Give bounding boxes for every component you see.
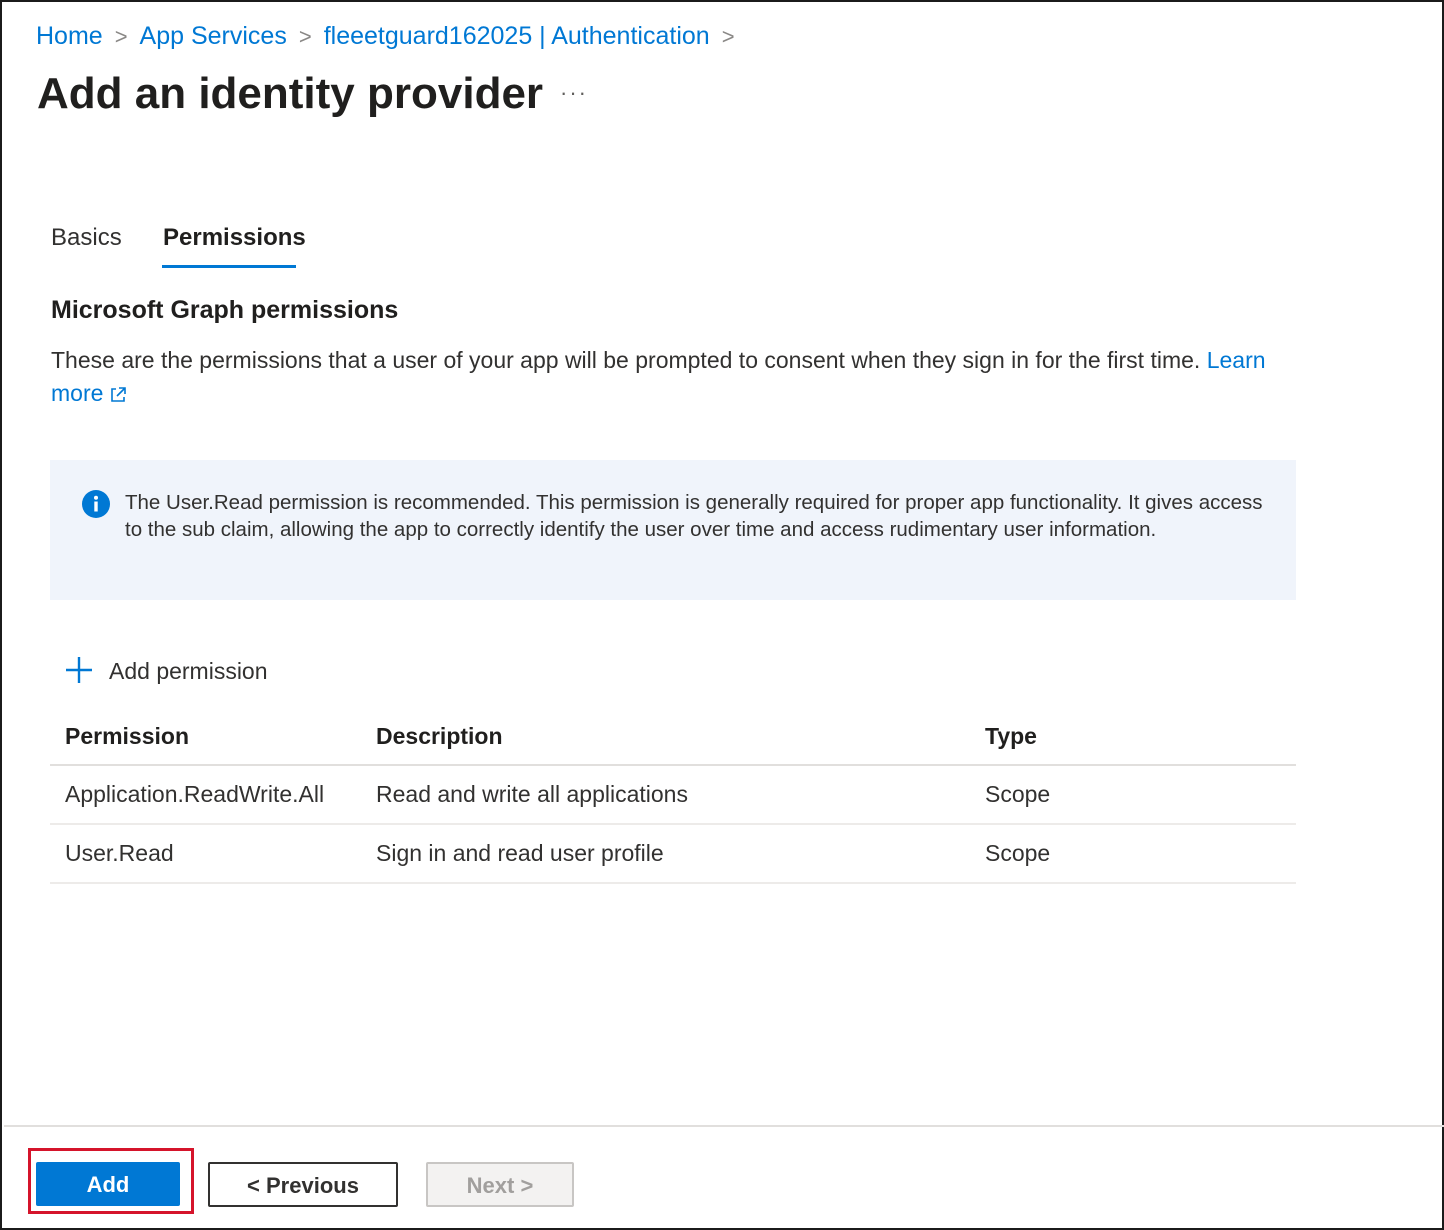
info-text: The User.Read permission is recommended.… [125, 491, 1263, 541]
breadcrumb-separator-icon: > [114, 24, 128, 49]
info-banner: The User.Read permission is recommended.… [50, 460, 1296, 600]
type-cell: Scope [970, 765, 1296, 825]
description-cell: Read and write all applications [361, 765, 970, 825]
table-row: Application.ReadWrite.All Read and write… [50, 765, 1296, 825]
tab-basics[interactable]: Basics [51, 220, 122, 256]
section-title: Microsoft Graph permissions [51, 296, 399, 324]
section-description: These are the permissions that a user of… [51, 344, 1291, 410]
permission-cell: Application.ReadWrite.All [50, 765, 361, 825]
previous-button[interactable]: < Previous [208, 1162, 398, 1207]
next-button[interactable]: Next > [426, 1162, 574, 1207]
column-header-description: Description [361, 708, 970, 766]
column-header-type: Type [970, 708, 1296, 766]
external-link-icon [111, 387, 127, 402]
table-header-row: Permission Description Type [50, 708, 1296, 766]
column-header-permission: Permission [50, 708, 361, 766]
type-cell: Scope [970, 824, 1296, 884]
breadcrumb-separator-icon: > [298, 24, 312, 49]
permissions-table: Permission Description Type Application.… [50, 708, 1296, 884]
description-cell: Sign in and read user profile [361, 824, 970, 884]
breadcrumb-home[interactable]: Home [36, 22, 103, 50]
footer-divider [4, 1125, 1444, 1127]
description-text: These are the permissions that a user of… [51, 347, 1201, 373]
page-title: Add an identity provider [37, 69, 544, 118]
identity-provider-blade: Home > App Services > fleeetguard162025 | Au… [0, 0, 1444, 1230]
add-button[interactable]: Add [36, 1162, 180, 1206]
active-tab-indicator [162, 265, 296, 268]
info-icon [82, 490, 110, 518]
breadcrumb: Home > App Services > fleeetguard162025 | Au… [36, 20, 747, 53]
table-row: User.Read Sign in and read user profile … [50, 824, 1296, 884]
more-options-icon[interactable]: ··· [560, 80, 588, 106]
add-permission-label: Add permission [109, 658, 268, 684]
permission-cell: User.Read [50, 824, 361, 884]
breadcrumb-authentication[interactable]: fleeetguard162025 | Authentication [324, 22, 710, 50]
breadcrumb-separator-icon: > [721, 24, 735, 49]
plus-icon [66, 657, 92, 683]
tab-permissions[interactable]: Permissions [163, 220, 306, 256]
breadcrumb-app-services[interactable]: App Services [140, 22, 287, 50]
